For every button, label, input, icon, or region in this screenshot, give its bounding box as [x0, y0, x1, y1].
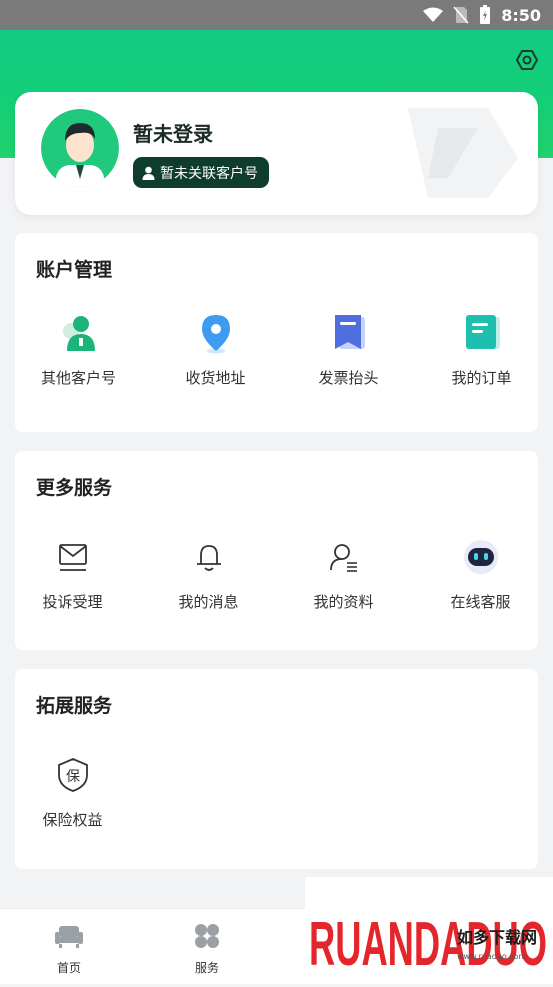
link-customer-badge[interactable]: 暂未关联客户号 — [133, 157, 269, 188]
tab-home[interactable]: 首页 — [29, 923, 109, 976]
grid-item-label: 收货地址 — [185, 369, 246, 387]
bell-icon — [187, 535, 231, 579]
section-account: 账户管理 其他客户号 收货地址 发票抬头 我的订单 — [15, 233, 538, 432]
no-sim-icon — [453, 6, 469, 24]
profile-card[interactable]: 暂未登录 暂未关联客户号 — [15, 92, 538, 215]
grid-item-label: 我的消息 — [178, 593, 239, 611]
grid-item-address[interactable]: 收货地址 — [158, 311, 273, 388]
grid-item-messages[interactable]: 我的消息 — [151, 535, 266, 612]
location-pin-icon — [194, 311, 238, 355]
grid-item-other-customer[interactable]: 其他客户号 — [21, 311, 136, 388]
grid-item-online-service[interactable]: 在线客服 — [423, 535, 538, 612]
tab-label: 首页 — [56, 961, 81, 975]
battery-charging-icon — [480, 5, 491, 24]
wifi-icon — [423, 7, 444, 22]
watermark-url: www.ruaduo.com — [457, 952, 526, 961]
shield-bao-icon: 保 — [51, 753, 95, 797]
settings-button[interactable] — [515, 48, 539, 72]
section-more: 更多服务 投诉受理 我的消息 我的资料 在线客服 — [15, 451, 538, 650]
username: 暂未登录 — [133, 122, 213, 146]
status-bar: 8:50 — [0, 0, 553, 30]
tab-label: 服务 — [194, 961, 219, 975]
grid-item-label: 在线客服 — [450, 593, 511, 611]
profile-doc-icon — [322, 535, 366, 579]
settings-hex-icon — [516, 50, 538, 70]
grid-item-label: 发票抬头 — [318, 369, 379, 387]
grid-item-profile-info[interactable]: 我的资料 — [286, 535, 401, 612]
grid-item-insurance[interactable]: 保 保险权益 — [15, 753, 130, 830]
grid-item-label: 我的订单 — [451, 369, 512, 387]
avatar[interactable] — [41, 109, 119, 187]
link-customer-label: 暂未关联客户号 — [160, 165, 258, 182]
tab-service[interactable]: 服务 — [167, 923, 247, 976]
grid-item-complaint[interactable]: 投诉受理 — [15, 535, 130, 612]
envelope-icon — [51, 535, 95, 579]
section-extended: 拓展服务 保 保险权益 — [15, 669, 538, 869]
robot-icon — [459, 535, 503, 579]
user-card-icon — [57, 311, 101, 355]
clock: 8:50 — [501, 5, 541, 25]
card-decoration — [408, 108, 518, 198]
grid-item-label: 保险权益 — [42, 811, 103, 829]
grid-item-orders[interactable]: 我的订单 — [424, 311, 539, 388]
grid-item-invoice[interactable]: 发票抬头 — [291, 311, 406, 388]
grid-icon — [195, 924, 219, 948]
section-title: 拓展服务 — [36, 695, 113, 717]
section-title: 账户管理 — [36, 259, 113, 281]
bookmark-icon — [327, 311, 371, 355]
section-title: 更多服务 — [36, 477, 113, 499]
person-icon — [142, 166, 155, 180]
watermark-cn: 如多下载网 — [457, 928, 537, 947]
shield-char: 保 — [66, 769, 80, 785]
grid-item-label: 其他客户号 — [40, 369, 116, 387]
grid-item-label: 我的资料 — [313, 593, 374, 611]
order-icon — [460, 311, 504, 355]
watermark-logo: RUANDADUO 如多下载网 www.ruaduo.com — [305, 877, 553, 983]
sofa-icon — [55, 926, 83, 948]
grid-item-label: 投诉受理 — [42, 593, 103, 611]
